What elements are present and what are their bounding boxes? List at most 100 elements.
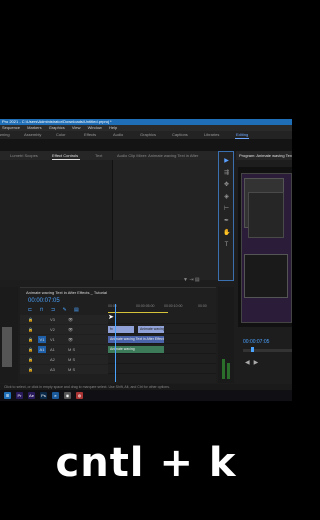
timeline-playhead[interactable] xyxy=(115,304,116,382)
menu-markers[interactable]: Markers xyxy=(27,125,41,130)
track-header[interactable]: 🔒 V3 👁 xyxy=(20,315,108,324)
track-header[interactable]: 🔒 V1 V1 👁 xyxy=(20,335,108,344)
ruler-label: 00:00:10:00 xyxy=(164,304,183,308)
workspace-color[interactable]: Color xyxy=(56,131,66,139)
mute-solo-buttons[interactable]: M S xyxy=(68,345,75,354)
filter-icons[interactable]: ▼ ⇥ ▤ xyxy=(183,277,200,283)
playback-controls[interactable]: ◀▶ xyxy=(245,359,262,366)
program-playhead[interactable] xyxy=(251,347,254,352)
track-name: V1 xyxy=(50,337,55,342)
workspace-learning[interactable]: Learning xyxy=(0,131,10,139)
workspace-audio[interactable]: Audio xyxy=(113,131,123,139)
source-patch[interactable]: A1 xyxy=(38,346,46,353)
mute-solo-buttons[interactable]: M S xyxy=(68,365,75,374)
workspace-libraries[interactable]: Libraries xyxy=(204,131,219,139)
menu-sequence[interactable]: Sequence xyxy=(2,125,20,130)
track-name: V2 xyxy=(50,327,55,332)
eye-icon[interactable]: 👁 xyxy=(68,315,73,324)
menu-view[interactable]: View xyxy=(72,125,81,130)
track-v2: 🔒 V2 👁 fx Animate waving xyxy=(20,325,216,334)
slip-tool-icon[interactable]: ⊢ xyxy=(223,206,230,212)
track-header[interactable]: 🔒 A3 M S xyxy=(20,365,108,374)
text-clip[interactable]: Animate waving xyxy=(138,326,164,333)
lock-icon[interactable]: 🔒 xyxy=(28,325,33,334)
mouse-pointer-icon: ➤ xyxy=(108,314,114,321)
tab-text[interactable]: Text xyxy=(95,151,102,160)
eye-icon[interactable]: 👁 xyxy=(68,325,73,334)
pen-tool-icon[interactable]: ✒ xyxy=(223,218,230,224)
track-v3: 🔒 V3 👁 xyxy=(20,315,216,324)
tools-panel: ▶ ⇶ ✥ ◈ ⊢ ✒ ✋ T xyxy=(218,151,234,281)
track-v1: 🔒 V1 V1 👁 Animate waving Text in After E… xyxy=(20,335,216,344)
ruler-label: 00:00:05:00 xyxy=(136,304,155,308)
timeline-timecode[interactable]: 00:00:07:05 xyxy=(28,298,60,304)
type-tool-icon[interactable]: T xyxy=(223,242,230,248)
menu-window[interactable]: Window xyxy=(88,125,102,130)
audio-meter xyxy=(218,287,234,383)
track-name: A2 xyxy=(50,357,55,362)
app-taskbar-icon[interactable]: ◍ xyxy=(76,392,83,399)
adjustment-clip[interactable]: fx xyxy=(108,326,134,333)
track-header[interactable]: 🔒 A1 A1 M S xyxy=(20,345,108,354)
source-patch[interactable]: V1 xyxy=(38,336,46,343)
project-panel-strip xyxy=(0,287,18,383)
edge-taskbar-icon[interactable]: e xyxy=(52,392,59,399)
track-header[interactable]: 🔒 V2 👁 xyxy=(20,325,108,334)
lock-icon[interactable]: 🔒 xyxy=(28,335,33,344)
project-thumbnail[interactable] xyxy=(2,327,12,367)
track-list: 🔒 V3 👁 🔒 V2 👁 fx Animate waving 🔒 V1 V1 … xyxy=(20,315,216,381)
timeline-tool-icons[interactable]: ⊏ ⊓ ⊐ ✎ ▤ xyxy=(28,307,82,313)
mute-solo-buttons[interactable]: M S xyxy=(68,355,75,364)
workspace-graphics[interactable]: Graphics xyxy=(140,131,156,139)
work-area-bar[interactable] xyxy=(108,312,168,313)
lock-icon[interactable]: 🔒 xyxy=(28,315,33,324)
nested-window-panel xyxy=(248,192,284,238)
source-panel-tabs: Lumetri Scopes Effect Controls Text Audi… xyxy=(0,151,218,160)
program-monitor-title: Program: Animate waving Text in Afte xyxy=(236,151,292,160)
menu-help[interactable]: Help xyxy=(109,125,117,130)
track-select-icon[interactable]: ⇶ xyxy=(223,170,230,176)
tab-audio-clip-mixer[interactable]: Audio Clip Mixer: Animate waving Text in… xyxy=(117,151,198,160)
hand-tool-icon[interactable]: ✋ xyxy=(223,230,230,236)
program-monitor xyxy=(238,167,292,327)
ruler-label: 00:00 xyxy=(198,304,207,308)
track-name: A3 xyxy=(50,367,55,372)
lock-icon[interactable]: 🔒 xyxy=(28,365,33,374)
effect-controls-panel xyxy=(113,160,218,280)
track-a3: 🔒 A3 M S xyxy=(20,365,216,374)
premiere-screenshot: Pro 2021 - C:\Users\Administrator\Downlo… xyxy=(0,119,292,401)
workspace-assembly[interactable]: Assembly xyxy=(24,131,41,139)
premiere-taskbar-icon[interactable]: Pr xyxy=(16,392,23,399)
workspace-captions[interactable]: Captions xyxy=(172,131,188,139)
video-clip[interactable]: Animate waving Text in After Effects xyxy=(108,336,164,343)
panel-gap xyxy=(0,139,292,151)
video-caption: cntl + k xyxy=(55,440,237,486)
video-frame xyxy=(241,173,292,323)
app-taskbar-icon[interactable]: ◉ xyxy=(64,392,71,399)
lock-icon[interactable]: 🔒 xyxy=(28,355,33,364)
track-a1: 🔒 A1 A1 M S Animate waving xyxy=(20,345,216,354)
timeline-ruler[interactable]: 00:00 00:00:05:00 00:00:10:00 00:00 xyxy=(108,304,216,310)
start-icon[interactable]: ⊞ xyxy=(4,392,11,399)
audio-clip[interactable]: Animate waving xyxy=(108,346,164,353)
workspace-bar: Learning Assembly Color Effects Audio Gr… xyxy=(0,131,292,139)
razor-tool-icon[interactable]: ◈ xyxy=(223,194,230,200)
lock-icon[interactable]: 🔒 xyxy=(28,345,33,354)
track-name: A1 xyxy=(50,347,55,352)
photoshop-taskbar-icon[interactable]: Ps xyxy=(40,392,47,399)
sequence-tab[interactable]: Animate waving Text in After Effects _ T… xyxy=(26,290,107,295)
tab-lumetri-scopes[interactable]: Lumetri Scopes xyxy=(10,151,38,160)
workspace-effects[interactable]: Effects xyxy=(84,131,96,139)
meter-bar-left xyxy=(222,359,225,379)
source-panel xyxy=(0,160,113,280)
selection-tool-icon[interactable]: ▶ xyxy=(223,158,230,164)
ripple-edit-icon[interactable]: ✥ xyxy=(223,182,230,188)
windows-taskbar: ⊞ Pr Ae Ps e ◉ ◍ xyxy=(0,390,292,401)
track-header[interactable]: 🔒 A2 M S xyxy=(20,355,108,364)
menu-graphics[interactable]: Graphics xyxy=(49,125,65,130)
track-a2: 🔒 A2 M S xyxy=(20,355,216,364)
after-effects-taskbar-icon[interactable]: Ae xyxy=(28,392,35,399)
program-timecode[interactable]: 00:00:07:05 xyxy=(243,339,269,345)
eye-icon[interactable]: 👁 xyxy=(68,335,73,344)
track-name: V3 xyxy=(50,317,55,322)
